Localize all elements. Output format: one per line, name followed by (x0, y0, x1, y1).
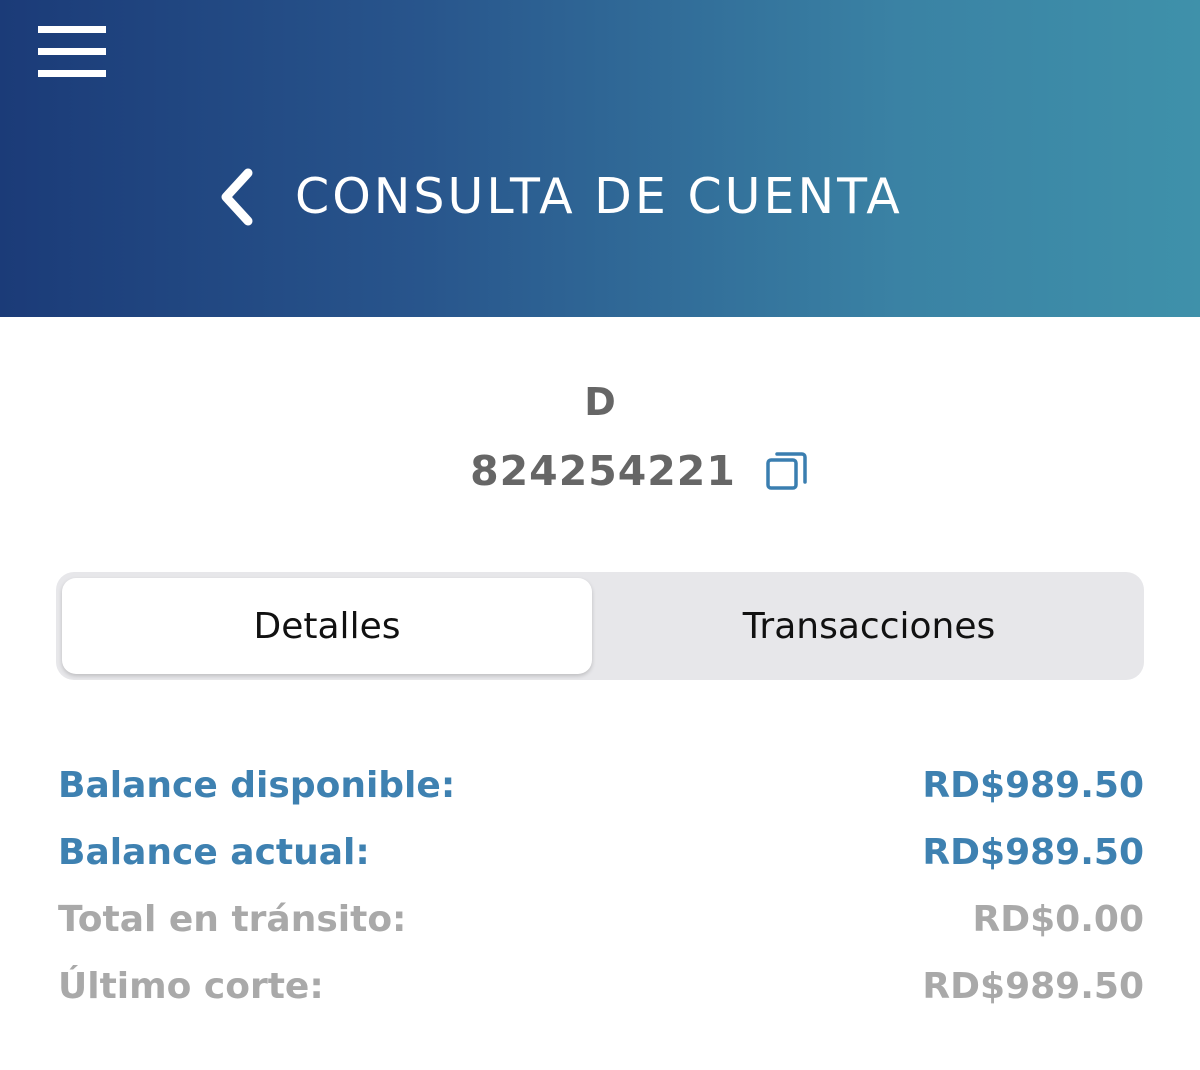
header-bar: CONSULTA DE CUENTA (0, 0, 1200, 317)
hamburger-menu-icon[interactable] (38, 26, 108, 78)
balance-actual-row: Balance actual: RD$989.50 (58, 819, 1144, 886)
back-button[interactable] (210, 165, 260, 229)
menu-line (38, 70, 106, 77)
copy-icon[interactable] (764, 448, 810, 494)
ultimo-corte-row: Último corte: RD$989.50 (58, 953, 1144, 1020)
ultimo-corte-label: Último corte: (58, 966, 324, 1007)
balance-actual-label: Balance actual: (58, 832, 370, 873)
page-title: CONSULTA DE CUENTA (295, 168, 903, 225)
total-transito-value: RD$0.00 (972, 899, 1144, 940)
account-number: 824254221 (470, 447, 736, 495)
account-name: D (584, 380, 616, 424)
account-number-row: 824254221 (0, 443, 1200, 499)
tab-detalles[interactable]: Detalles (62, 578, 592, 674)
balance-details: Balance disponible: RD$989.50 Balance ac… (58, 752, 1144, 1020)
balance-disponible-value: RD$989.50 (922, 765, 1144, 806)
balance-actual-value: RD$989.50 (922, 832, 1144, 873)
menu-line (38, 48, 106, 55)
total-transito-label: Total en tránsito: (58, 899, 407, 940)
total-transito-row: Total en tránsito: RD$0.00 (58, 886, 1144, 953)
chevron-left-icon (221, 168, 253, 226)
menu-line (38, 26, 106, 33)
details-tabs: Detalles Transacciones (56, 572, 1144, 680)
tab-transacciones[interactable]: Transacciones (600, 578, 1138, 674)
balance-disponible-label: Balance disponible: (58, 765, 456, 806)
balance-disponible-row: Balance disponible: RD$989.50 (58, 752, 1144, 819)
ultimo-corte-value: RD$989.50 (922, 966, 1144, 1007)
tab-detalles-label: Detalles (253, 605, 401, 647)
tab-transacciones-label: Transacciones (742, 605, 996, 647)
